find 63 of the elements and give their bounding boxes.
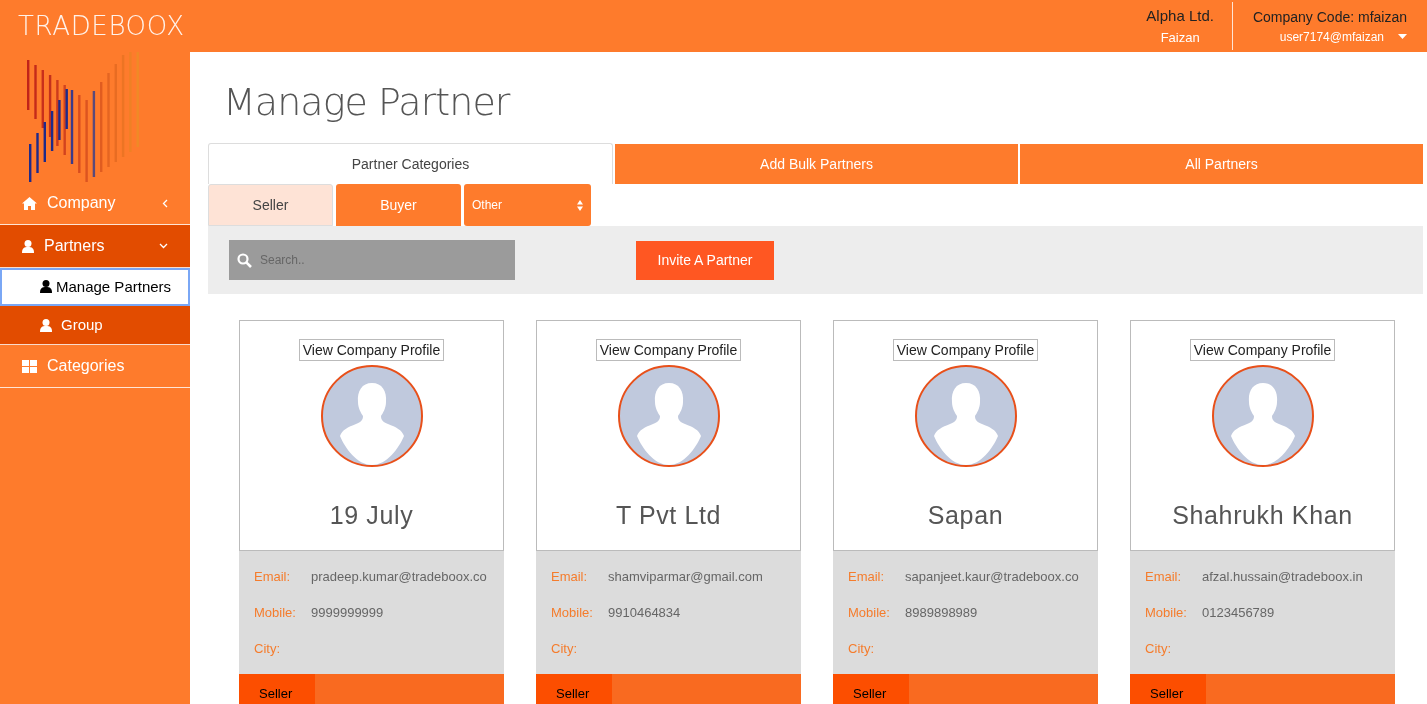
sidebar-item[interactable]: Partners [0, 225, 190, 268]
sidebar-item[interactable]: Categories [0, 345, 190, 388]
field-value: 9999999999 [311, 603, 384, 622]
grid-icon [22, 359, 37, 373]
user-icon [22, 239, 34, 253]
category-select[interactable]: Other [464, 184, 591, 226]
field-value: pradeep.kumar@tradeboox.co [311, 567, 487, 586]
seller-tag: Seller [1130, 674, 1206, 704]
field-value: 9910464834 [608, 603, 681, 622]
field-value: 0123456789 [1202, 603, 1275, 622]
account-menu[interactable]: user7174@mfaizan [1279, 27, 1407, 46]
seller-tag: Seller [833, 674, 909, 704]
field-label: City: [551, 639, 578, 658]
field-label: Email: [254, 567, 292, 586]
field-value: shamviparmar@gmail.com [608, 567, 763, 586]
avatar-icon [617, 365, 720, 467]
page-title: Manage Partner [222, 79, 512, 126]
partner-name: Sapan [927, 500, 1004, 531]
field-label: Mobile: [848, 603, 891, 622]
seller-tag: Seller [239, 674, 315, 704]
company-code: Company Code: mfaizan [1252, 7, 1407, 27]
sidebar-subitem[interactable]: Group [0, 306, 190, 345]
category-tab[interactable]: Seller [208, 184, 333, 226]
field-label: Email: [848, 567, 886, 586]
company-name: Alpha Ltd. [1146, 6, 1214, 26]
profile-button[interactable]: View Company Profile [1189, 339, 1336, 361]
category-tab[interactable]: Buyer [336, 184, 461, 226]
profile-button[interactable]: View Company Profile [298, 339, 445, 361]
profile-button[interactable]: View Company Profile [892, 339, 1039, 361]
avatar-icon [320, 365, 423, 467]
partner-name: 19 July [329, 500, 414, 531]
field-value: sapanjeet.kaur@tradeboox.co [905, 567, 1079, 586]
field-label: Email: [551, 567, 589, 586]
tab[interactable]: All Partners [1020, 144, 1423, 184]
avatar-icon [1211, 365, 1314, 467]
field-label: City: [1145, 639, 1172, 658]
sidebar-subitem[interactable]: Manage Partners [0, 268, 190, 306]
field-label: Email: [1145, 567, 1183, 586]
profile-button[interactable]: View Company Profile [595, 339, 742, 361]
field-label: City: [254, 639, 281, 658]
user-icon [40, 280, 52, 293]
partner-name: T Pvt Ltd [615, 500, 722, 531]
avatar-icon [914, 365, 1017, 467]
chevron-left-icon [162, 198, 168, 208]
user-icon [40, 318, 52, 332]
user-name: Faizan [1160, 28, 1200, 47]
field-value: afzal.hussain@tradeboox.in [1202, 567, 1363, 586]
field-label: Mobile: [254, 603, 297, 622]
field-value: 8989898989 [905, 603, 978, 622]
home-icon [22, 196, 37, 210]
tab[interactable]: Add Bulk Partners [615, 144, 1018, 184]
search-icon [237, 253, 252, 268]
seller-tag: Seller [536, 674, 612, 704]
field-label: Mobile: [1145, 603, 1188, 622]
logo[interactable]: TRADEBOOX [0, 0, 185, 52]
sort-arrows-icon [577, 199, 583, 211]
invite-button[interactable]: Invite A Partner [636, 240, 774, 280]
field-label: Mobile: [551, 603, 594, 622]
caret-icon [1398, 33, 1407, 40]
field-label: City: [848, 639, 875, 658]
chevron-down-icon [159, 243, 168, 249]
tab[interactable]: Partner Categories [208, 143, 613, 184]
partner-name: Shahrukh Khan [1172, 500, 1353, 531]
